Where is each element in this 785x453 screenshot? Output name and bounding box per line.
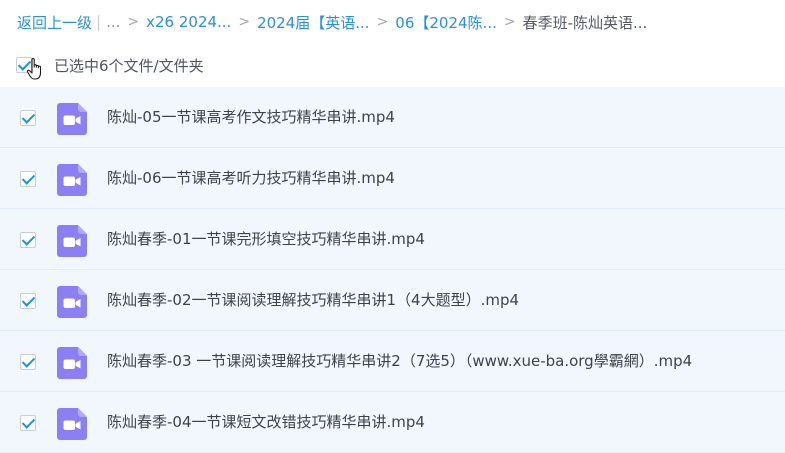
file-checkbox[interactable] [20,293,36,309]
back-link[interactable]: 返回上一级 [17,12,92,33]
breadcrumb-ellipsis[interactable]: ... [106,13,120,31]
file-list: 陈灿-05一节课高考作文技巧精华串讲.mp4 陈灿-06一节课高考听力技巧精华串… [0,87,785,453]
breadcrumb-item[interactable]: 2024届【英语... [257,12,369,33]
breadcrumb-item[interactable]: x26 2024... [146,13,231,31]
file-row[interactable]: 陈灿春季-04一节课短文改错技巧精华串讲.mp4 [0,392,785,453]
file-row[interactable]: 陈灿春季-02一节课阅读理解技巧精华串讲1（4大题型）.mp4 [0,270,785,331]
file-row[interactable]: 陈灿春季-01一节课完形填空技巧精华串讲.mp4 [0,209,785,270]
selection-count-label: 已选中6个文件/文件夹 [54,56,204,75]
file-row[interactable]: 陈灿-05一节课高考作文技巧精华串讲.mp4 [0,87,785,148]
hand-pointer-icon [26,57,42,80]
breadcrumb-item[interactable]: 06【2024陈... [395,12,497,33]
file-row[interactable]: 陈灿春季-03 一节课阅读理解技巧精华串讲2（7选5）（www.xue-ba.o… [0,331,785,392]
video-file-icon [57,286,87,318]
chevron-right-icon: > [238,14,251,30]
chevron-right-icon: > [127,14,140,30]
file-row[interactable]: 陈灿-06一节课高考听力技巧精华串讲.mp4 [0,148,785,209]
video-file-icon [57,225,87,257]
video-file-icon [57,103,87,135]
video-file-icon [57,347,87,379]
breadcrumb-current: 春季班-陈灿英语... [522,13,648,32]
file-name[interactable]: 陈灿-06一节课高考听力技巧精华串讲.mp4 [107,148,395,209]
file-name[interactable]: 陈灿春季-02一节课阅读理解技巧精华串讲1（4大题型）.mp4 [107,270,519,331]
chevron-right-icon: > [503,14,516,30]
video-file-icon [57,164,87,196]
file-name[interactable]: 陈灿春季-04一节课短文改错技巧精华串讲.mp4 [107,392,425,453]
chevron-right-icon: > [376,14,389,30]
breadcrumb: 返回上一级 | ... > x26 2024... > 2024届【英语... … [17,11,785,33]
file-name[interactable]: 陈灿春季-01一节课完形填空技巧精华串讲.mp4 [107,209,425,270]
file-checkbox[interactable] [20,232,36,248]
file-checkbox[interactable] [20,110,36,126]
file-name[interactable]: 陈灿春季-03 一节课阅读理解技巧精华串讲2（7选5）（www.xue-ba.o… [107,331,692,392]
file-checkbox[interactable] [20,354,36,370]
file-checkbox[interactable] [20,415,36,431]
breadcrumb-divider: | [96,13,102,31]
file-checkbox[interactable] [20,171,36,187]
video-file-icon [57,408,87,440]
selection-bar: 已选中6个文件/文件夹 [16,54,204,80]
file-name[interactable]: 陈灿-05一节课高考作文技巧精华串讲.mp4 [107,87,395,148]
